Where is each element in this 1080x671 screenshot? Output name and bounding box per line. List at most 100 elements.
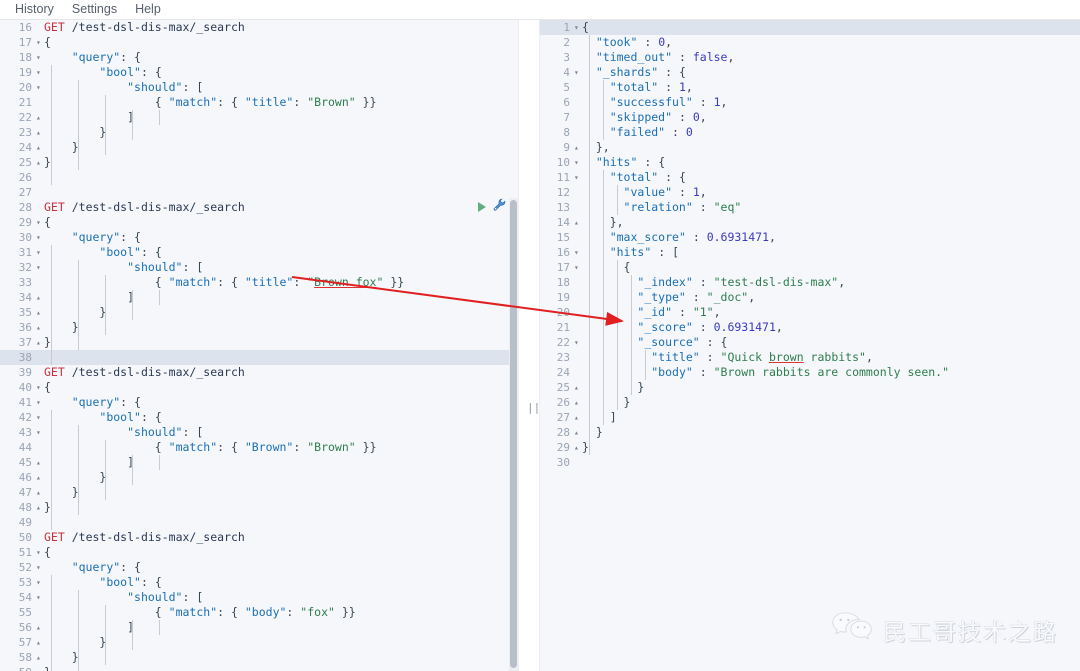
- code-line[interactable]: 26: [0, 170, 518, 185]
- menu-item-help[interactable]: Help: [126, 0, 170, 19]
- code-line[interactable]: 33 { "match": { "title": "Brown fox" }}: [0, 275, 518, 290]
- code-line[interactable]: 57 ▴ }: [0, 635, 518, 650]
- code-line[interactable]: 27: [0, 185, 518, 200]
- code-line[interactable]: 36 ▴ }: [0, 320, 518, 335]
- code-line[interactable]: 19 ▾ "bool": {: [0, 65, 518, 80]
- code-line[interactable]: 18 ▾ "query": {: [0, 50, 518, 65]
- code-line[interactable]: 20 ▾ "should": [: [0, 80, 518, 95]
- code-line[interactable]: 27 ▴ ]: [540, 410, 1080, 425]
- code-line[interactable]: 55 { "match": { "body": "fox" }}: [0, 605, 518, 620]
- code-line[interactable]: 39 GET /test-dsl-dis-max/_search: [0, 365, 518, 380]
- code-line[interactable]: 40 ▾{: [0, 380, 518, 395]
- code-line[interactable]: 37 ▴}: [0, 335, 518, 350]
- code-line[interactable]: 2 "took" : 0,: [540, 35, 1080, 50]
- code-text: {: [44, 380, 51, 394]
- code-line[interactable]: 34 ▴ ]: [0, 290, 518, 305]
- code-line[interactable]: 12 "value" : 1,: [540, 185, 1080, 200]
- code-line[interactable]: 28 ▴ }: [540, 425, 1080, 440]
- response-code-area[interactable]: 1 ▾{2 "took" : 0, 3 "timed_out" : false, 4 ▾…: [540, 20, 1080, 671]
- line-number: 49: [18, 516, 32, 529]
- code-line[interactable]: 42 ▾ "bool": {: [0, 410, 518, 425]
- watermark: 民工哥技术之路: [831, 610, 1058, 649]
- code-line[interactable]: 8 "failed" : 0: [540, 125, 1080, 140]
- code-line[interactable]: 29 ▴}: [540, 440, 1080, 455]
- code-text: "bool": {: [99, 575, 162, 589]
- code-line[interactable]: 30 ▾ "query": {: [0, 230, 518, 245]
- menu-item-history[interactable]: History: [6, 0, 63, 19]
- code-line[interactable]: 23 "title" : "Quick brown rabbits",: [540, 350, 1080, 365]
- code-line[interactable]: 17 ▾{: [0, 35, 518, 50]
- code-line[interactable]: 13 "relation" : "eq": [540, 200, 1080, 215]
- code-line[interactable]: 24 "body" : "Brown rabbits are commonly …: [540, 365, 1080, 380]
- code-line[interactable]: 4 ▾ "_shards" : {: [540, 65, 1080, 80]
- code-line[interactable]: 44 { "match": { "Brown": "Brown" }}: [0, 440, 518, 455]
- code-line[interactable]: 47 ▴ }: [0, 485, 518, 500]
- response-editor-panel[interactable]: 1 ▾{2 "took" : 0, 3 "timed_out" : false, 4 ▾…: [540, 20, 1080, 671]
- code-text: GET /test-dsl-dis-max/_search: [44, 200, 245, 214]
- code-text: ]: [609, 410, 617, 424]
- code-line[interactable]: 16 ▾ "hits" : [: [540, 245, 1080, 260]
- code-line[interactable]: 21 "_score" : 0.6931471,: [540, 320, 1080, 335]
- code-line[interactable]: 20 "_id" : "1",: [540, 305, 1080, 320]
- code-line[interactable]: 14 ▴ },: [540, 215, 1080, 230]
- code-line[interactable]: 31 ▾ "bool": {: [0, 245, 518, 260]
- code-line[interactable]: 49: [0, 515, 518, 530]
- code-line[interactable]: 25 ▴ }: [540, 380, 1080, 395]
- code-line[interactable]: 24 ▴ }: [0, 140, 518, 155]
- code-line[interactable]: 56 ▴ ]: [0, 620, 518, 635]
- panel-splitter[interactable]: ||: [518, 20, 540, 671]
- request-code-area[interactable]: 16 GET /test-dsl-dis-max/_search 17 ▾{18 ▾ "…: [0, 20, 518, 671]
- code-text: {: [44, 35, 51, 49]
- code-line[interactable]: 50 GET /test-dsl-dis-max/_search: [0, 530, 518, 545]
- code-line[interactable]: 25 ▴}: [0, 155, 518, 170]
- wrench-icon[interactable]: [493, 198, 506, 216]
- splitter-grip[interactable]: ||: [527, 402, 540, 414]
- code-line[interactable]: 28 GET /test-dsl-dis-max/_search: [0, 200, 518, 215]
- code-text: "_shards" : {: [595, 65, 686, 79]
- code-line[interactable]: 32 ▾ "should": [: [0, 260, 518, 275]
- request-scrollbar-thumb[interactable]: [510, 200, 517, 668]
- code-line[interactable]: 35 ▴ }: [0, 305, 518, 320]
- code-line[interactable]: 22 ▾ "_source" : {: [540, 335, 1080, 350]
- code-line[interactable]: 54 ▾ "should": [: [0, 590, 518, 605]
- play-icon[interactable]: [478, 202, 486, 212]
- code-line[interactable]: 5 "total" : 1,: [540, 80, 1080, 95]
- code-line[interactable]: 11 ▾ "total" : {: [540, 170, 1080, 185]
- code-text: "failed" : 0: [609, 125, 693, 139]
- code-line[interactable]: 43 ▾ "should": [: [0, 425, 518, 440]
- code-line[interactable]: 48 ▴}: [0, 500, 518, 515]
- code-line[interactable]: 15 "max_score" : 0.6931471,: [540, 230, 1080, 245]
- wechat-icon: [831, 610, 873, 649]
- code-line[interactable]: 1 ▾{: [540, 20, 1080, 35]
- line-number: 23: [18, 126, 32, 139]
- code-line[interactable]: 17 ▾ {: [540, 260, 1080, 275]
- code-line[interactable]: 26 ▴ }: [540, 395, 1080, 410]
- line-number: 56: [18, 621, 32, 634]
- code-line[interactable]: 52 ▾ "query": {: [0, 560, 518, 575]
- code-line[interactable]: 6 "successful" : 1,: [540, 95, 1080, 110]
- code-line[interactable]: 19 "_type" : "_doc",: [540, 290, 1080, 305]
- code-line[interactable]: 59▴}: [0, 665, 518, 671]
- line-number: 25: [18, 156, 32, 169]
- code-line[interactable]: 58 ▴ }: [0, 650, 518, 665]
- code-line[interactable]: 29 ▾{: [0, 215, 518, 230]
- menu-item-settings[interactable]: Settings: [63, 0, 126, 19]
- code-line[interactable]: 16 GET /test-dsl-dis-max/_search: [0, 20, 518, 35]
- code-line[interactable]: 21 { "match": { "title": "Brown" }}: [0, 95, 518, 110]
- code-line[interactable]: 41 ▾ "query": {: [0, 395, 518, 410]
- request-editor-panel[interactable]: 16 GET /test-dsl-dis-max/_search 17 ▾{18 ▾ "…: [0, 20, 518, 671]
- code-line[interactable]: 18 "_index" : "test-dsl-dis-max",: [540, 275, 1080, 290]
- code-line[interactable]: 38: [0, 350, 518, 365]
- code-line[interactable]: 46 ▴ }: [0, 470, 518, 485]
- code-text: "body" : "Brown rabbits are commonly see…: [651, 365, 950, 379]
- code-line[interactable]: 10 ▾ "hits" : {: [540, 155, 1080, 170]
- code-line[interactable]: 3 "timed_out" : false,: [540, 50, 1080, 65]
- code-line[interactable]: 45 ▴ ]: [0, 455, 518, 470]
- code-line[interactable]: 51 ▾{: [0, 545, 518, 560]
- code-line[interactable]: 23 ▴ }: [0, 125, 518, 140]
- code-line[interactable]: 53 ▾ "bool": {: [0, 575, 518, 590]
- code-line[interactable]: 9 ▴ },: [540, 140, 1080, 155]
- code-line[interactable]: 30: [540, 455, 1080, 470]
- code-line[interactable]: 22 ▴ ]: [0, 110, 518, 125]
- code-line[interactable]: 7 "skipped" : 0,: [540, 110, 1080, 125]
